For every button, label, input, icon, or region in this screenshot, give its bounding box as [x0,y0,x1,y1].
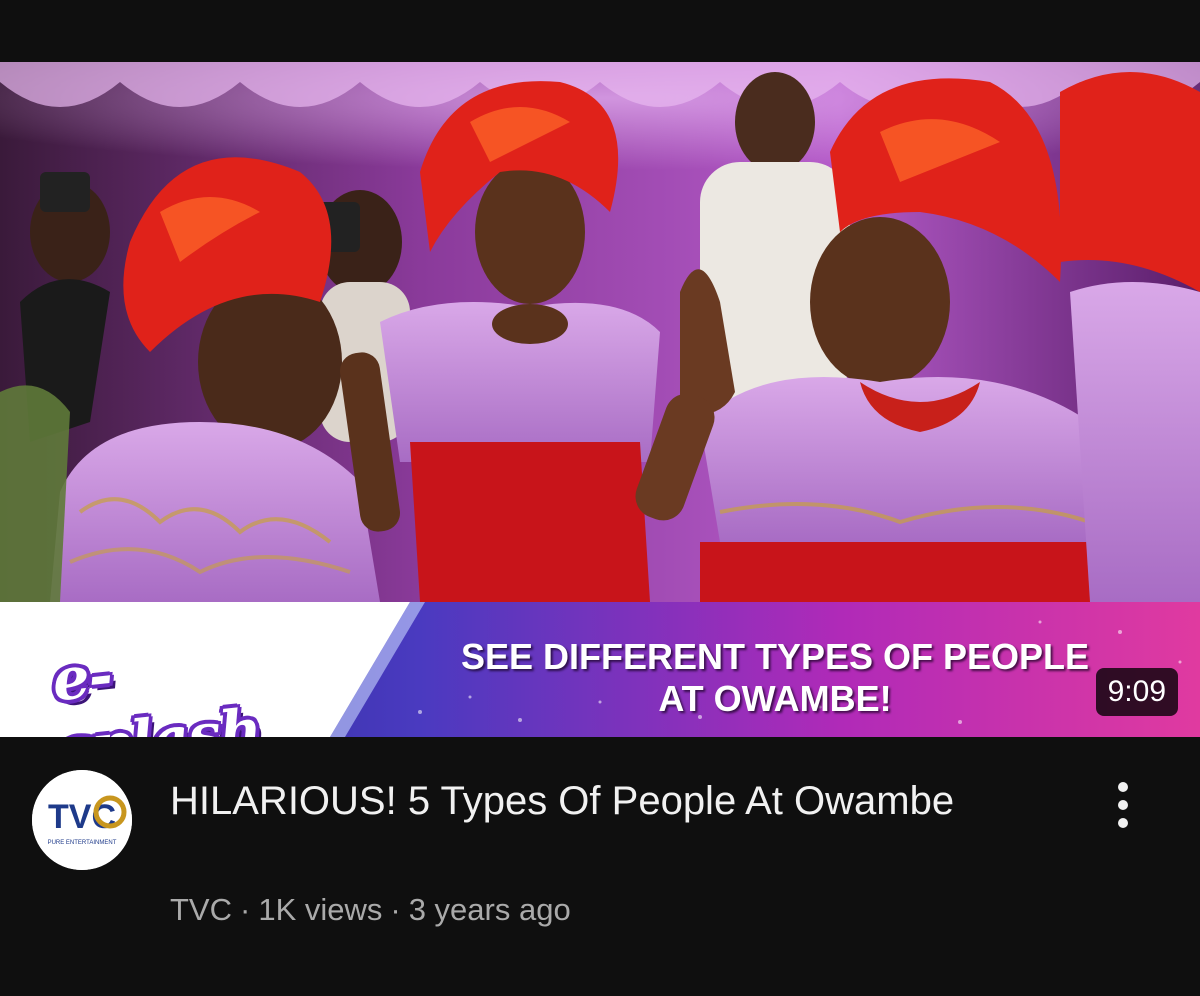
thumbnail-headline-line2: AT OWAMBE! [658,678,892,719]
video-title[interactable]: HILARIOUS! 5 Types Of People At Owambe [170,773,1050,829]
video-card[interactable]: e-splash SEE DIFFERENT TYPES OF PEOPLE A… [0,0,1200,996]
video-details: TVC PURE ENTERTAINMENT HILARIOUS! 5 Type… [0,737,1200,996]
meta-separator: · [240,892,251,927]
more-options-button[interactable] [1100,777,1146,833]
svg-text:TVC: TVC [48,798,116,836]
upload-age: 3 years ago [408,892,571,927]
tvc-logo-icon: TVC PURE ENTERTAINMENT [32,770,132,870]
thumbnail-headline: SEE DIFFERENT TYPES OF PEOPLE AT OWAMBE! [400,636,1150,720]
svg-text:PURE ENTERTAINMENT: PURE ENTERTAINMENT [48,840,117,846]
video-metadata: TVC · 1K views · 3 years ago [170,890,571,930]
view-count: 1K views [258,892,383,927]
video-thumbnail[interactable]: e-splash SEE DIFFERENT TYPES OF PEOPLE A… [0,62,1200,737]
meta-separator: · [390,892,401,927]
channel-avatar[interactable]: TVC PURE ENTERTAINMENT [32,770,132,870]
duration-badge: 9:09 [1095,668,1178,716]
more-vertical-icon [1118,782,1128,828]
thumbnail-headline-line1: SEE DIFFERENT TYPES OF PEOPLE [460,636,1090,677]
channel-name[interactable]: TVC [170,892,232,927]
